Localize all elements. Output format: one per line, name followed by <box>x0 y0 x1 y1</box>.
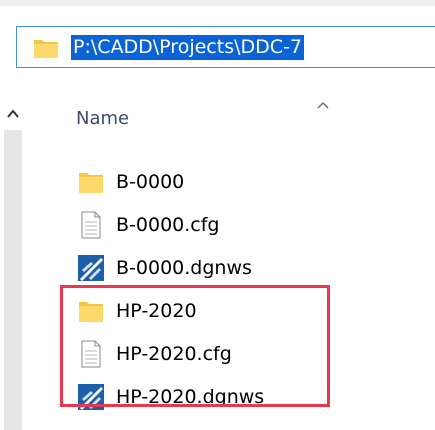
folder-icon <box>76 296 106 326</box>
column-name-label[interactable]: Name <box>76 107 129 131</box>
document-icon <box>76 210 106 240</box>
folder-icon <box>33 37 59 63</box>
address-path-text[interactable]: P:\CADD\Projects\DDC-7 <box>71 35 304 60</box>
folder-icon <box>76 167 106 197</box>
window-top-edge <box>0 0 435 6</box>
list-item[interactable]: HP-2020 <box>76 289 416 332</box>
scroll-up-chevron-icon[interactable] <box>5 106 21 122</box>
file-name: HP-2020.dgnws <box>116 385 265 408</box>
file-name: HP-2020.cfg <box>116 342 232 365</box>
file-name: B-0000.dgnws <box>116 256 252 279</box>
file-name: HP-2020 <box>116 299 197 322</box>
list-item[interactable]: HP-2020.dgnws <box>76 375 416 418</box>
list-item[interactable]: B-0000.dgnws <box>76 246 416 289</box>
file-explorer-window: P:\CADD\Projects\DDC-7 Name B-0000 B-000… <box>0 0 435 430</box>
list-item[interactable]: B-0000 <box>76 160 416 203</box>
address-bar[interactable]: P:\CADD\Projects\DDC-7 <box>16 26 435 68</box>
list-item[interactable]: HP-2020.cfg <box>76 332 416 375</box>
document-icon <box>76 339 106 369</box>
dgnws-file-icon <box>76 253 106 283</box>
navigation-scrollbar[interactable] <box>4 130 22 430</box>
file-list: B-0000 B-0000.cfg B-0000.dgnws HP-2020 H… <box>76 160 416 418</box>
sort-ascending-chevron-icon <box>316 95 330 109</box>
list-item[interactable]: B-0000.cfg <box>76 203 416 246</box>
file-name: B-0000.cfg <box>116 213 220 236</box>
file-name: B-0000 <box>116 170 185 193</box>
column-header[interactable]: Name <box>60 95 360 150</box>
dgnws-file-icon <box>76 382 106 412</box>
